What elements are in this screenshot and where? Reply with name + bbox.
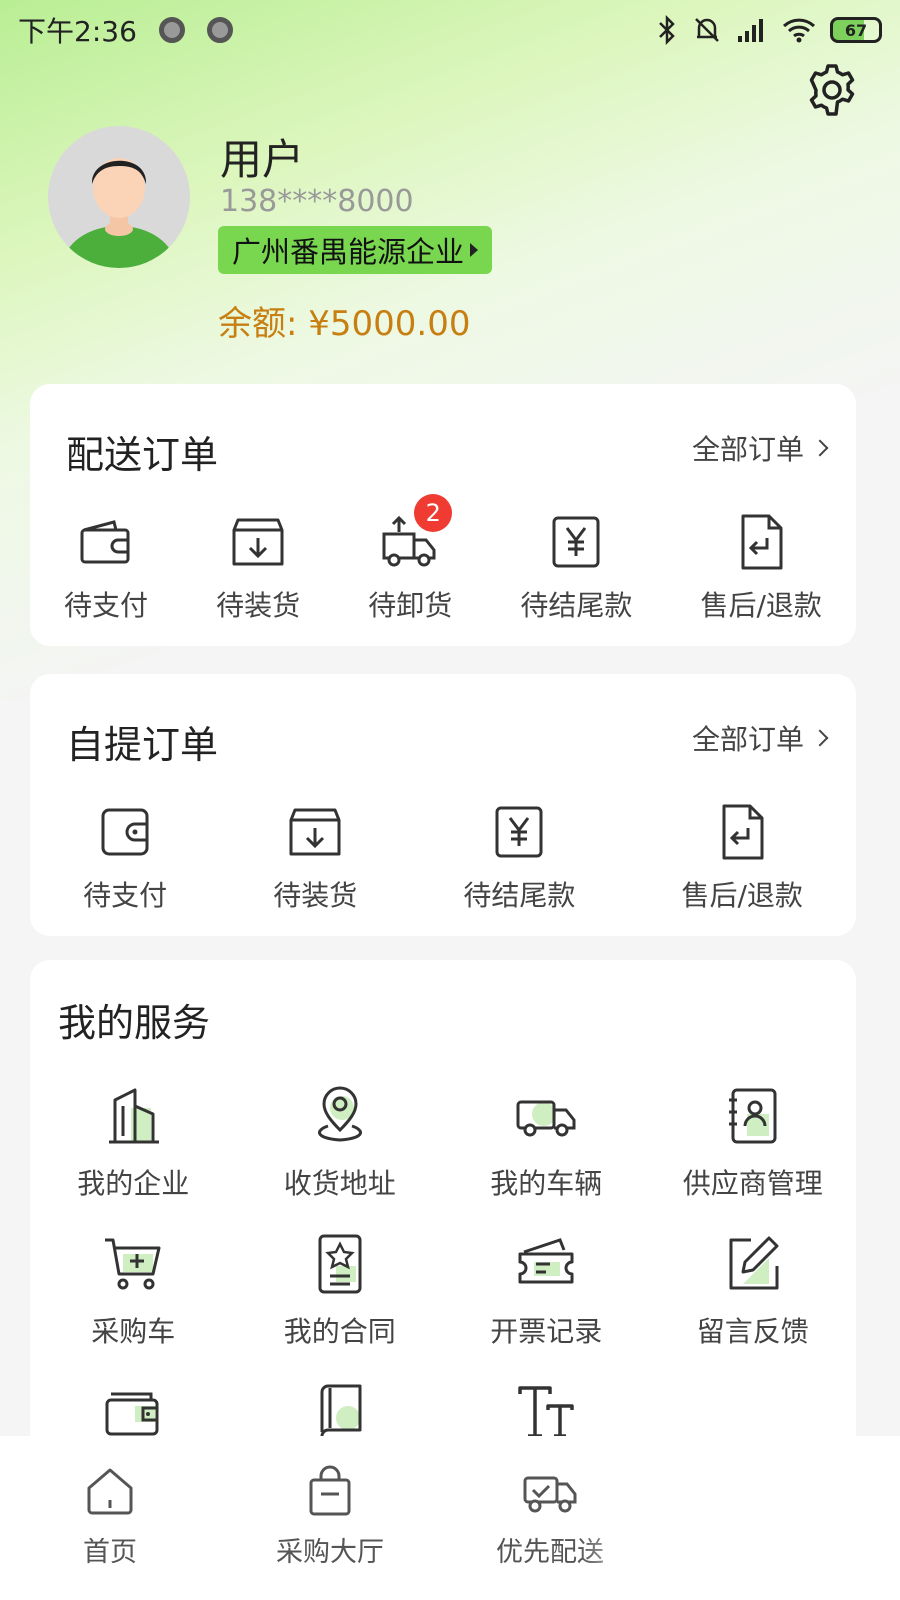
tab-label: 首页: [83, 1537, 137, 1568]
signal-icon: [738, 19, 763, 42]
tab-purchase-hall[interactable]: 采购大厅: [220, 1436, 440, 1600]
delivery-pending-payment[interactable]: 待支付: [64, 512, 148, 624]
service-label: 供应商管理: [682, 1167, 823, 1200]
service-label: 留言反馈: [696, 1315, 809, 1348]
item-label: 待支付: [83, 879, 168, 912]
service-label: 采购车: [91, 1315, 176, 1348]
service-label: 我的车辆: [490, 1167, 603, 1200]
caret-right-icon: [470, 243, 479, 257]
delivery-orders-title: 配送订单: [66, 433, 219, 477]
wallet-card-icon: [105, 1392, 159, 1436]
pickup-orders-card: 自提订单 全部订单 待支付 待装货 待结尾款 售后/退款: [30, 674, 856, 936]
box-down-icon: [232, 518, 284, 566]
home-icon: [87, 1468, 133, 1515]
wifi-icon: [782, 18, 816, 43]
pickup-pending-final-payment[interactable]: 待结尾款: [463, 802, 575, 914]
notification-icon: [206, 17, 233, 43]
item-label: 待卸货: [368, 589, 453, 622]
delivery-pending-loading[interactable]: 待装货: [216, 512, 300, 624]
service-feedback[interactable]: 留言反馈: [650, 1232, 857, 1380]
my-services-title: 我的服务: [58, 1001, 211, 1045]
item-label: 待结尾款: [520, 589, 633, 622]
edit-icon: [729, 1236, 779, 1290]
service-label: 收货地址: [283, 1167, 396, 1200]
location-pin-icon: [317, 1086, 362, 1142]
service-purchase-cart[interactable]: 采购车: [30, 1232, 237, 1380]
service-label: 我的企业: [77, 1167, 190, 1200]
service-my-company[interactable]: 我的企业: [30, 1084, 237, 1232]
company-name: 广州番禺能源企业: [232, 235, 465, 269]
tab-label: 采购大厅: [276, 1537, 384, 1568]
screen-edge-fade: [580, 1436, 900, 1600]
pickup-orders-title: 自提订单: [66, 723, 219, 767]
wallet-icon: [80, 520, 130, 564]
return-doc-icon: [722, 804, 764, 860]
service-shipping-address[interactable]: 收货地址: [237, 1084, 444, 1232]
yen-icon: [552, 516, 600, 568]
bluetooth-icon: [659, 15, 675, 45]
delivery-orders-card: 配送订单 全部订单 待支付 待装货 2 待卸货 待结尾款 售后/退款: [30, 384, 856, 646]
service-my-vehicles[interactable]: 我的车辆: [443, 1084, 650, 1232]
all-orders-label: 全部订单: [691, 723, 804, 756]
truck-icon: [516, 1100, 576, 1137]
user-name[interactable]: 用户: [220, 126, 304, 187]
tab-home[interactable]: 首页: [0, 1436, 220, 1600]
all-orders-label: 全部订单: [691, 433, 804, 466]
user-avatar-icon: [63, 158, 175, 268]
user-phone: 138****8000: [220, 184, 414, 219]
avatar[interactable]: [48, 126, 190, 268]
delivery-pending-unloading[interactable]: 2 待卸货: [368, 494, 453, 624]
delivery-after-sales[interactable]: 售后/退款: [700, 512, 822, 624]
service-my-contracts[interactable]: 我的合同: [237, 1232, 444, 1380]
delivery-all-orders-link[interactable]: 全部订单: [691, 428, 829, 468]
font-size-icon: [518, 1386, 574, 1438]
wallet-icon: [101, 808, 149, 856]
item-label: 待结尾款: [463, 879, 576, 912]
item-label: 待支付: [64, 589, 149, 622]
battery-icon: 67: [830, 17, 882, 43]
status-bar: 下午2:36 67: [0, 0, 900, 60]
chevron-right-icon: [811, 439, 829, 457]
truck-check-icon: [523, 1476, 577, 1513]
chevron-right-icon: [811, 729, 829, 747]
delivery-pending-final-payment[interactable]: 待结尾款: [520, 512, 632, 624]
yen-icon: [495, 806, 543, 858]
balance: 余额: ¥5000.00: [218, 304, 471, 344]
service-supplier-management[interactable]: 供应商管理: [650, 1084, 857, 1232]
pickup-pending-payment[interactable]: 待支付: [83, 802, 167, 914]
return-doc-icon: [741, 514, 783, 570]
company-badge[interactable]: 广州番禺能源企业: [218, 226, 493, 274]
service-label: 开票记录: [490, 1315, 603, 1348]
shopping-bag-icon: [309, 1465, 351, 1516]
box-down-icon: [289, 808, 341, 856]
item-label: 售后/退款: [700, 589, 822, 622]
ticket-icon: [518, 1238, 574, 1284]
book-icon: [320, 1384, 362, 1444]
service-invoice-records[interactable]: 开票记录: [443, 1232, 650, 1380]
pickup-all-orders-link[interactable]: 全部订单: [691, 718, 829, 758]
item-label: 待装货: [216, 589, 301, 622]
pickup-after-sales[interactable]: 售后/退款: [681, 802, 803, 914]
notification-icon: [158, 17, 185, 43]
item-label: 售后/退款: [681, 879, 803, 912]
service-label: 我的合同: [283, 1315, 396, 1348]
pickup-pending-loading[interactable]: 待装货: [273, 802, 357, 914]
contact-card-icon: [728, 1088, 777, 1144]
unloading-count-badge: 2: [414, 494, 453, 532]
contract-icon: [318, 1234, 362, 1294]
building-icon: [109, 1088, 160, 1144]
cart-icon: [105, 1238, 161, 1290]
gear-icon[interactable]: [804, 62, 860, 118]
status-time: 下午2:36: [18, 15, 137, 48]
mute-icon: [695, 18, 719, 42]
item-label: 待装货: [273, 879, 358, 912]
